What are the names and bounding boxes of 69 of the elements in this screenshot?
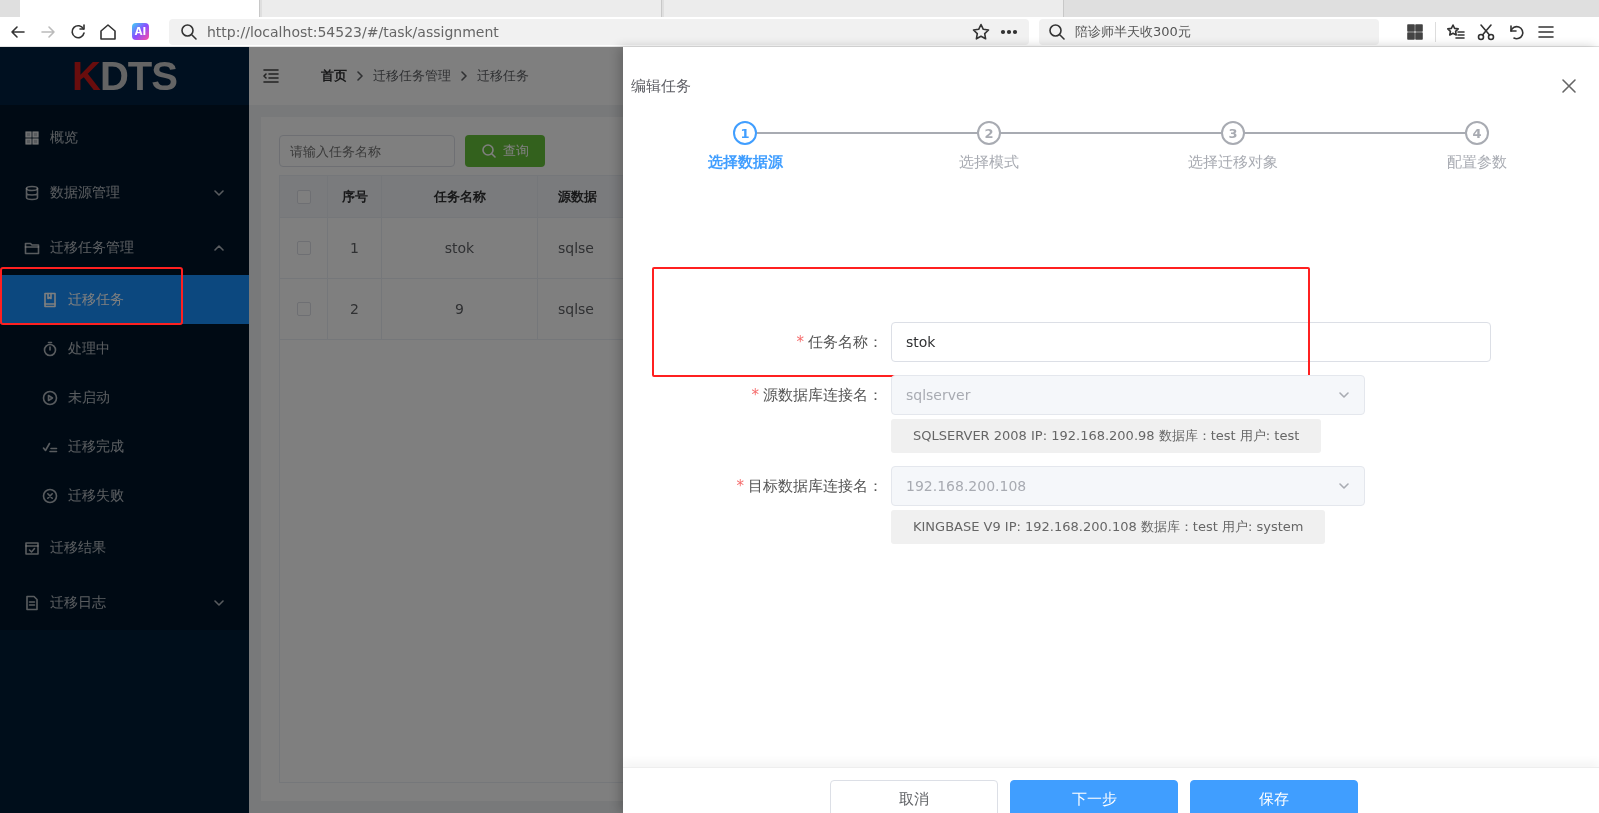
required-mark: *: [736, 477, 744, 495]
table-cell: 1: [328, 218, 382, 279]
cancel-button[interactable]: 取消: [830, 780, 998, 813]
menu-item[interactable]: 迁移失败: [0, 471, 249, 520]
menu-item[interactable]: 迁移结果: [0, 520, 249, 575]
connection-info: KINGBASE V9 IP: 192.168.200.108 数据库：test 用户: system: [891, 510, 1326, 544]
chevron-down-icon: [1338, 389, 1350, 401]
ai-logo[interactable]: AI: [132, 23, 149, 40]
field-label: * 任务名称：: [795, 331, 883, 353]
chevron-right-icon: [355, 71, 365, 81]
step-label: 选择数据源: [707, 153, 783, 172]
query-button[interactable]: 查询: [465, 135, 545, 167]
task-name-search-field[interactable]: 请输入任务名称: [279, 135, 455, 167]
collapse-menu-icon[interactable]: [261, 66, 281, 86]
database-icon: [24, 184, 40, 201]
required-mark: *: [751, 386, 759, 404]
drawer-title: 编辑任务: [631, 76, 691, 96]
menu-item[interactable]: 未启动: [0, 373, 249, 422]
step-number: 3: [1221, 121, 1245, 145]
menu-item[interactable]: 处理中: [0, 324, 249, 373]
table-cell: 9: [382, 279, 538, 340]
scissors-icon[interactable]: [1476, 21, 1496, 42]
document-icon: [24, 594, 40, 611]
primary-button[interactable]: 保存: [1190, 780, 1358, 813]
logo-mark: K: [72, 53, 100, 99]
table-cell: stok: [382, 218, 538, 279]
field-label: * 源数据库连接名：: [750, 384, 883, 406]
chevron-down-icon: [1338, 480, 1350, 492]
breadcrumb-link[interactable]: 迁移任务管理: [373, 67, 451, 85]
text-field[interactable]: stok: [891, 322, 1491, 362]
menu-item[interactable]: 概览: [0, 110, 249, 165]
home-icon[interactable]: [98, 21, 118, 42]
search-icon: [179, 21, 199, 42]
connection-info: SQLSERVER 2008 IP: 192.168.200.98 数据库：test 用户: test: [891, 419, 1322, 453]
field-label: * 目标数据库连接名：: [735, 475, 883, 497]
step-label: 选择模式: [959, 153, 1019, 172]
chevron-right-icon: [459, 71, 469, 81]
primary-button[interactable]: 下一步: [1010, 780, 1178, 813]
step-number: 4: [1465, 121, 1489, 145]
grid-icon: [24, 129, 40, 146]
menu-item[interactable]: 迁移完成: [0, 422, 249, 471]
search-icon: [481, 143, 497, 159]
required-mark: *: [796, 333, 804, 351]
logo-text: DTS: [99, 53, 177, 99]
calendar-check-icon: [24, 539, 40, 556]
url-text: http://localhost:54523/#/task/assignment: [207, 23, 500, 40]
menu-item[interactable]: 数据源管理: [0, 165, 249, 220]
step-label: 选择迁移对象: [1188, 153, 1278, 172]
timer-icon: [42, 340, 58, 357]
star-icon[interactable]: [971, 21, 991, 42]
address-bar[interactable]: http://localhost:54523/#/task/assignment: [169, 18, 1029, 45]
play-circle-icon: [42, 389, 58, 406]
step-number: 1: [733, 121, 757, 145]
menu-item[interactable]: 迁移任务: [0, 275, 249, 324]
web-search-field[interactable]: 陪诊师半天收300元: [1039, 18, 1379, 45]
menu-item[interactable]: 迁移日志: [0, 575, 249, 630]
grid-icon[interactable]: [1405, 21, 1425, 42]
step-number: 2: [977, 121, 1001, 145]
cross-circle-icon: [42, 487, 58, 504]
column-header: 序号: [328, 176, 382, 218]
menu-item[interactable]: 迁移任务管理: [0, 220, 249, 275]
star-list-icon[interactable]: [1446, 21, 1466, 42]
close-icon[interactable]: [1561, 78, 1577, 94]
breadcrumb-link[interactable]: 首页: [321, 67, 347, 85]
column-header: 任务名称: [382, 176, 538, 218]
step-label: 配置参数: [1447, 153, 1507, 172]
table-cell: 2: [328, 279, 382, 340]
search-icon: [1047, 21, 1067, 42]
book-icon: [42, 291, 58, 308]
